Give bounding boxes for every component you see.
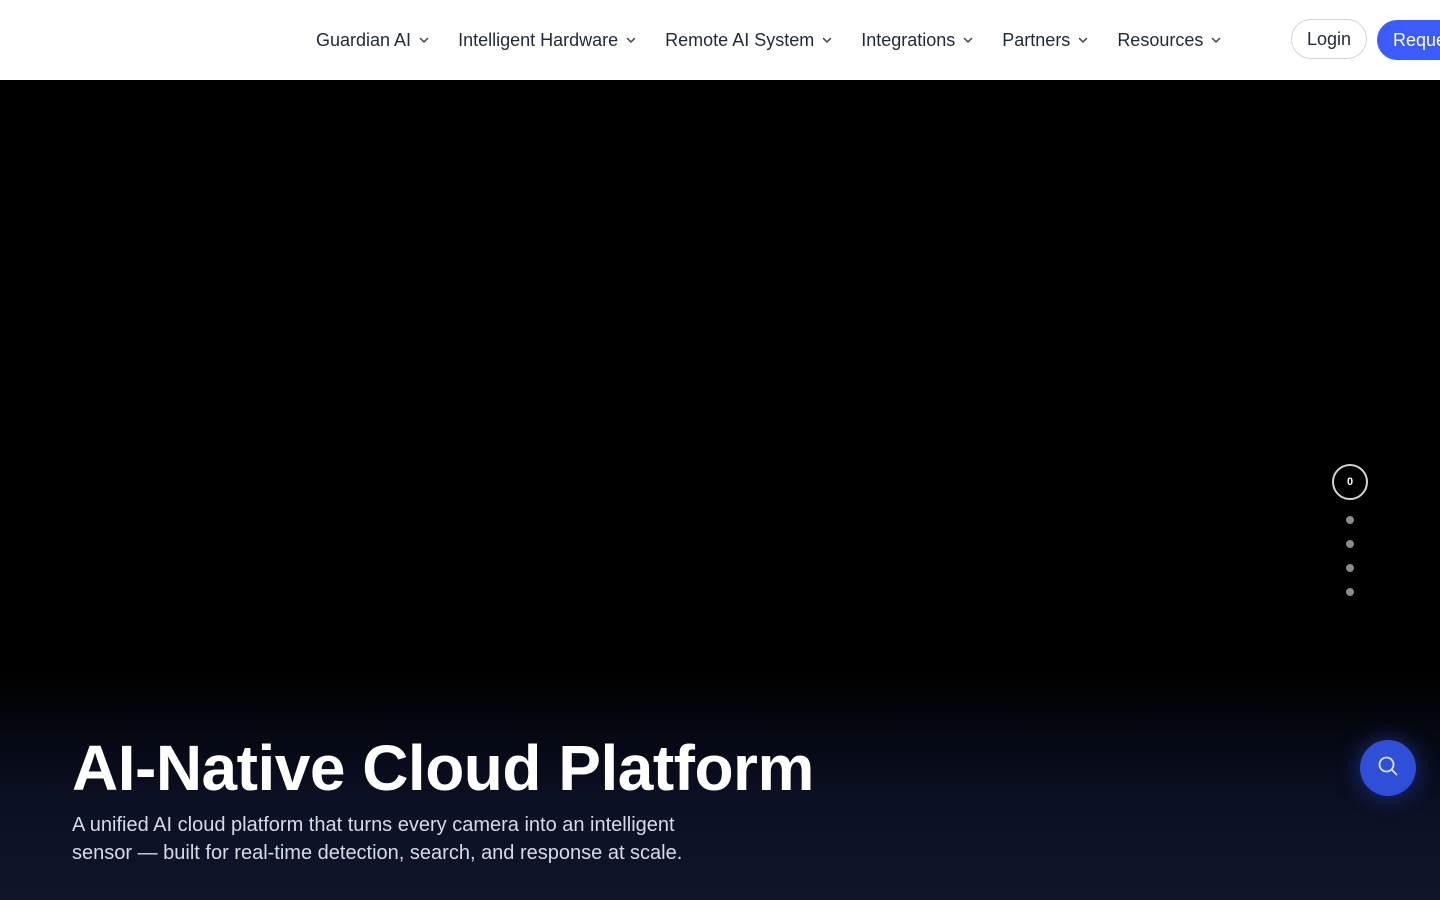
chevron-down-icon: [821, 34, 833, 46]
slide-current-indicator[interactable]: 0: [1332, 464, 1368, 500]
nav-item-remote-ai-system[interactable]: Remote AI System: [665, 30, 833, 51]
hero-subtitle: A unified AI cloud platform that turns e…: [72, 814, 683, 864]
chevron-down-icon: [418, 34, 430, 46]
main-nav: Guardian AI Intelligent Hardware Remote …: [316, 0, 1250, 80]
chevron-down-icon: [1210, 34, 1222, 46]
search-button[interactable]: [1360, 740, 1416, 796]
hero-title: AI-Native Cloud Platform: [72, 732, 814, 804]
search-icon: [1376, 754, 1400, 783]
nav-item-label: Intelligent Hardware: [458, 29, 619, 50]
site-header: Guardian AI Intelligent Hardware Remote …: [0, 0, 1440, 80]
nav-item-partners[interactable]: Partners: [1002, 30, 1089, 51]
hero-section: 0 AI-Native Cloud Platform A unified AI …: [0, 80, 1440, 900]
request-demo-button[interactable]: Reque: [1377, 20, 1440, 60]
slide-dot[interactable]: [1346, 564, 1354, 572]
slide-dot[interactable]: [1346, 540, 1354, 548]
nav-item-guardian-ai[interactable]: Guardian AI: [316, 30, 430, 51]
nav-item-label: Partners: [1002, 29, 1071, 50]
nav-item-label: Integrations: [861, 29, 956, 50]
chevron-down-icon: [1077, 34, 1089, 46]
chevron-down-icon: [962, 34, 974, 46]
nav-item-label: Remote AI System: [665, 29, 815, 50]
slide-indicator: 0: [1332, 464, 1368, 604]
nav-item-label: Resources: [1117, 29, 1204, 50]
nav-item-resources[interactable]: Resources: [1117, 30, 1222, 51]
login-button[interactable]: Login: [1291, 19, 1367, 59]
nav-item-intelligent-hardware[interactable]: Intelligent Hardware: [458, 30, 637, 51]
nav-item-integrations[interactable]: Integrations: [861, 30, 974, 51]
nav-item-label: Guardian AI: [316, 29, 412, 50]
slide-dot[interactable]: [1346, 588, 1354, 596]
chevron-down-icon: [625, 34, 637, 46]
slide-dot[interactable]: [1346, 516, 1354, 524]
